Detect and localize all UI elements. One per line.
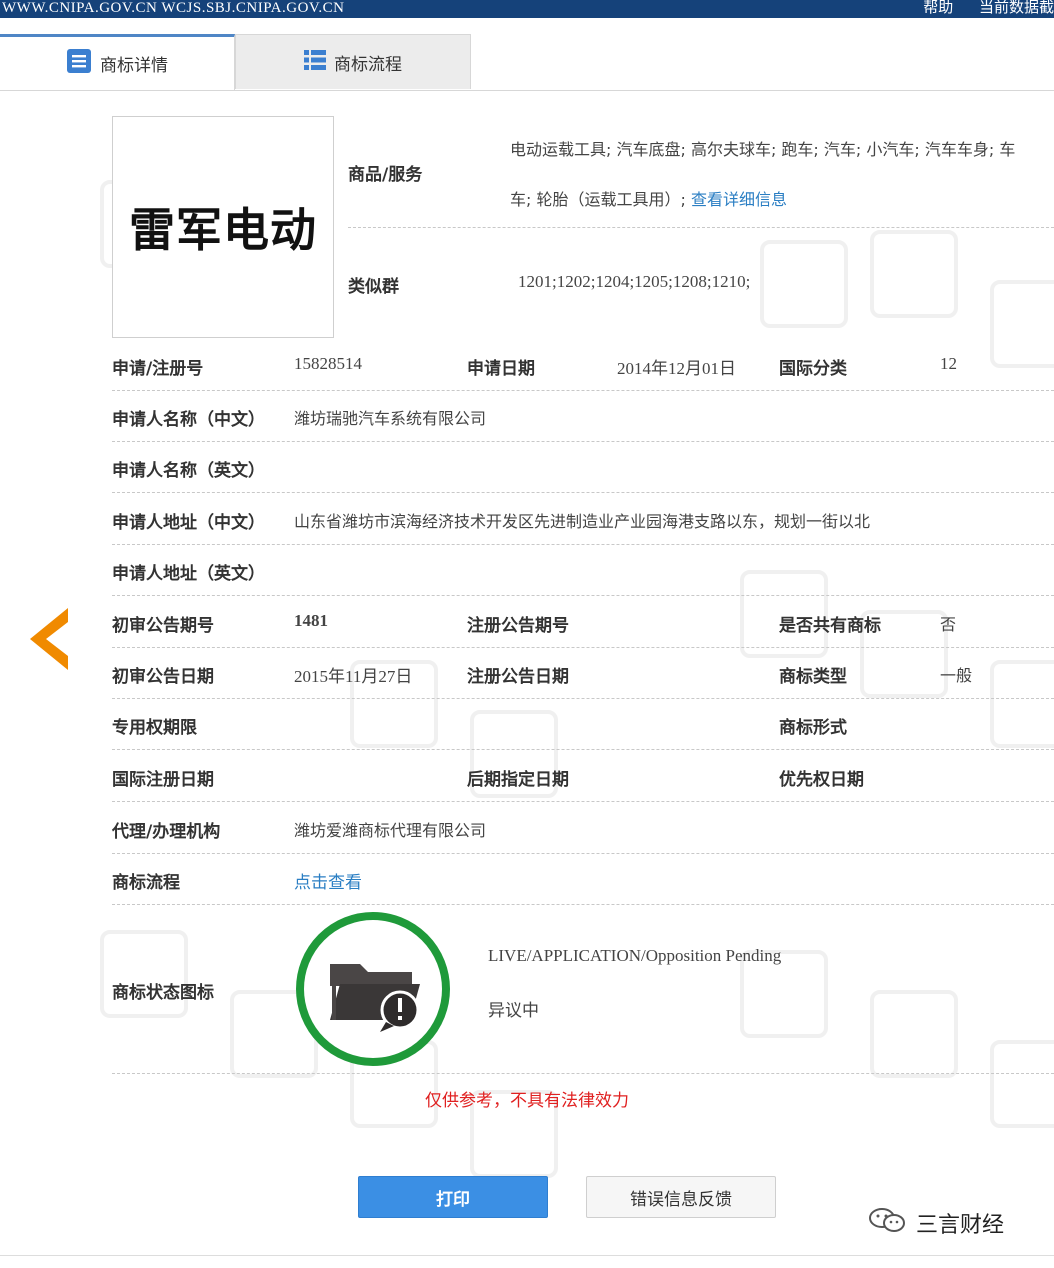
- divider: [112, 492, 1054, 493]
- agent-value: 潍坊爱潍商标代理有限公司: [294, 821, 487, 840]
- divider: [112, 853, 1054, 854]
- app-date-value: 2014年12月01日: [617, 359, 736, 378]
- wechat-icon: [868, 1206, 908, 1240]
- goods-line-2: 车; 轮胎（运载工具用）; 查看详细信息: [510, 186, 787, 210]
- tab-label: 商标详情: [100, 56, 168, 76]
- divider: [112, 749, 1054, 750]
- list-icon: [304, 49, 326, 76]
- divider: [112, 698, 1054, 699]
- domain-text: WWW.CNIPA.GOV.CN WCJS.SBJ.CNIPA.GOV.CN: [2, 0, 345, 16]
- goods-detail-link[interactable]: 查看详细信息: [691, 190, 787, 209]
- disclaimer-notice: 仅供参考，不具有法律效力: [425, 1091, 629, 1111]
- intl-class-label: 国际分类: [779, 359, 847, 379]
- status-cn: 异议中: [488, 1001, 539, 1021]
- reg-pub-date-label: 注册公告日期: [467, 667, 569, 687]
- help-link[interactable]: 帮助: [923, 0, 953, 16]
- reg-no-label: 申请/注册号: [112, 359, 204, 379]
- prelim-date-label: 初审公告日期: [112, 667, 214, 687]
- divider: [112, 595, 1054, 596]
- tm-type-value: 一般: [940, 666, 973, 685]
- shared-value: 否: [940, 615, 957, 634]
- divider: [112, 1073, 1054, 1074]
- applicant-cn-value: 潍坊瑞驰汽车系统有限公司: [294, 409, 487, 428]
- status-icon-label: 商标状态图标: [112, 983, 214, 1003]
- tab-bar: 商标详情 商标流程: [0, 34, 1054, 91]
- page-bottom-border: [0, 1255, 1054, 1256]
- reg-no-value: 15828514: [294, 354, 362, 373]
- tm-form-label: 商标形式: [779, 718, 847, 738]
- divider: [112, 647, 1054, 648]
- watermark-tile: [760, 240, 848, 328]
- priority-date-label: 优先权日期: [779, 770, 864, 790]
- process-view-link[interactable]: 点击查看: [294, 868, 362, 893]
- applicant-en-label: 申请人名称（英文）: [112, 461, 265, 481]
- topbar-links: 帮助 当前数据截: [901, 0, 1054, 16]
- prelim-date-value: 2015年11月27日: [294, 667, 413, 686]
- similar-group-label: 类似群: [348, 277, 399, 297]
- watermark-tile: [870, 230, 958, 318]
- agent-label: 代理/办理机构: [112, 822, 221, 842]
- error-feedback-button[interactable]: 错误信息反馈: [586, 1176, 776, 1218]
- top-domain-bar: WWW.CNIPA.GOV.CN WCJS.SBJ.CNIPA.GOV.CN 帮…: [0, 0, 1054, 18]
- divider: [112, 544, 1054, 545]
- similar-group-value: 1201;1202;1204;1205;1208;1210;: [518, 272, 751, 291]
- print-button[interactable]: 打印: [358, 1176, 548, 1218]
- divider: [112, 801, 1054, 802]
- intl-reg-date-label: 国际注册日期: [112, 770, 214, 790]
- watermark-tile: [990, 1040, 1054, 1128]
- trademark-image: 雷军电动: [112, 116, 334, 338]
- tab-label: 商标流程: [334, 54, 402, 75]
- document-list-icon: [66, 48, 92, 79]
- status-en: LIVE/APPLICATION/Opposition Pending: [488, 946, 782, 965]
- trademark-logo-text: 雷军电动: [129, 203, 317, 257]
- app-date-label: 申请日期: [467, 359, 535, 379]
- tab-trademark-details[interactable]: 商标详情: [0, 34, 235, 90]
- intl-class-value: 12: [940, 354, 957, 373]
- address-en-label: 申请人地址（英文）: [112, 564, 265, 584]
- applicant-cn-label: 申请人名称（中文）: [112, 410, 265, 430]
- shared-label: 是否共有商标: [779, 616, 881, 636]
- watermark-tile: [990, 660, 1054, 748]
- divider: [112, 904, 1054, 905]
- folder-alert-icon: [296, 912, 450, 1066]
- watermark-tile: [870, 990, 958, 1078]
- divider: [348, 227, 1054, 228]
- prelim-no-label: 初审公告期号: [112, 616, 214, 636]
- watermark-tile: [990, 280, 1054, 368]
- address-cn-value: 山东省潍坊市滨海经济技术开发区先进制造业产业园海港支路以东，规划一街以北: [294, 512, 871, 531]
- tab-trademark-process[interactable]: 商标流程: [235, 34, 471, 89]
- tm-type-label: 商标类型: [779, 667, 847, 687]
- divider: [112, 390, 1054, 391]
- later-date-label: 后期指定日期: [467, 770, 569, 790]
- divider: [112, 441, 1054, 442]
- wechat-account-name: 三言财经: [916, 1213, 1005, 1238]
- address-cn-label: 申请人地址（中文）: [112, 513, 265, 533]
- current-data-link[interactable]: 当前数据截: [979, 0, 1054, 16]
- goods-line-1: 电动运载工具; 汽车底盘; 高尔夫球车; 跑车; 汽车; 小汽车; 汽车车身; …: [510, 140, 1016, 159]
- goods-label: 商品/服务: [348, 165, 423, 185]
- watermark-tile: [100, 930, 188, 1018]
- prelim-no-value: 1481: [294, 611, 328, 630]
- process-label: 商标流程: [112, 873, 180, 893]
- goods-line-2-text: 车; 轮胎（运载工具用）;: [510, 190, 691, 209]
- exclusive-period-label: 专用权期限: [112, 718, 197, 738]
- reg-pub-no-label: 注册公告期号: [467, 616, 569, 636]
- wechat-watermark: 三言财经: [868, 1206, 1004, 1240]
- previous-arrow-icon[interactable]: [26, 606, 70, 672]
